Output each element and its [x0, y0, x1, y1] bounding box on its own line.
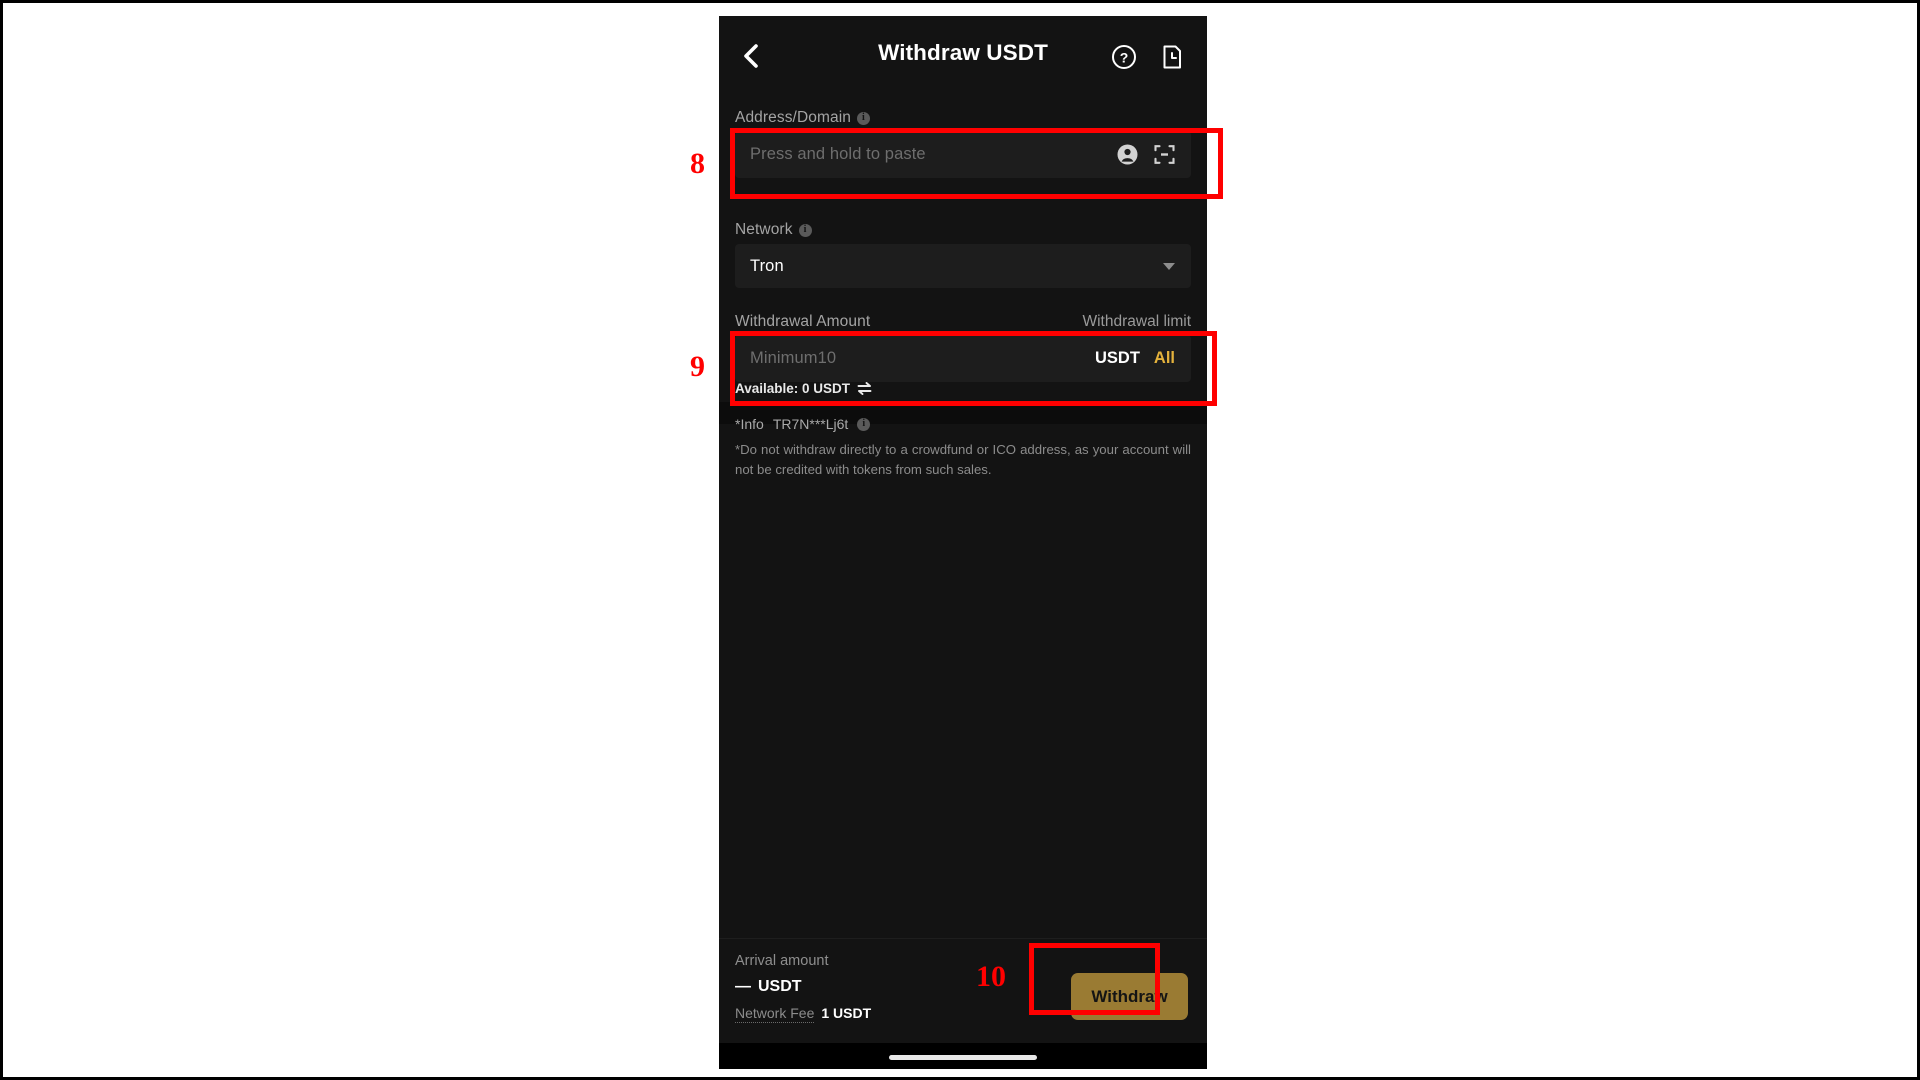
- info-address-value: TR7N***Lj6t: [772, 416, 849, 432]
- annotation-number-10: 10: [976, 960, 1006, 993]
- network-label-row: Network i: [735, 221, 812, 239]
- info-address-row: *Info TR7N***Lj6t i: [735, 416, 871, 432]
- amount-all-button[interactable]: All: [1144, 349, 1191, 368]
- swap-arrows-icon[interactable]: [857, 382, 872, 395]
- info-warning-note: *Do not withdraw directly to a crowdfund…: [735, 442, 1191, 478]
- screenshot-canvas: Withdraw USDT ? Address/Domain i Press a…: [0, 0, 1920, 1080]
- home-indicator-area: [719, 1043, 1207, 1069]
- document-clock-icon: [1159, 44, 1185, 70]
- address-label-row: Address/Domain i: [735, 109, 870, 127]
- withdraw-button[interactable]: Withdraw: [1071, 973, 1188, 1020]
- info-label: *Info: [735, 416, 764, 432]
- chevron-down-icon[interactable]: [1163, 262, 1175, 270]
- svg-text:?: ?: [1120, 50, 1129, 66]
- network-fee-label[interactable]: Network Fee: [735, 1005, 815, 1023]
- question-circle-icon: ?: [1111, 44, 1137, 70]
- help-button[interactable]: ?: [1111, 44, 1137, 70]
- info-icon[interactable]: i: [856, 111, 870, 125]
- address-input-box[interactable]: Press and hold to paste: [735, 131, 1191, 178]
- qr-scan-icon[interactable]: [1154, 144, 1175, 165]
- network-fee-value: 1 USDT: [821, 1005, 872, 1021]
- amount-input[interactable]: Minimum10: [735, 349, 1095, 368]
- info-icon[interactable]: i: [857, 417, 871, 431]
- network-selected-value: Tron: [750, 256, 784, 275]
- contact-person-icon[interactable]: [1117, 144, 1138, 165]
- annotation-number-8: 8: [690, 147, 705, 180]
- annotation-number-9: 9: [690, 350, 705, 383]
- amount-input-box[interactable]: Minimum10 USDT All: [735, 335, 1191, 382]
- app-header: Withdraw USDT ?: [719, 16, 1207, 94]
- order-history-button[interactable]: [1159, 44, 1185, 70]
- address-label: Address/Domain: [735, 109, 851, 126]
- arrival-amount-label: Arrival amount: [735, 953, 829, 969]
- network-select[interactable]: Tron: [735, 244, 1191, 288]
- arrival-amount-value: —: [735, 978, 751, 995]
- address-input[interactable]: Press and hold to paste: [735, 145, 1117, 164]
- withdrawal-limit-link[interactable]: Withdrawal limit: [1082, 313, 1191, 331]
- arrival-amount-unit: USDT: [758, 978, 802, 995]
- phone-screen: Withdraw USDT ? Address/Domain i Press a…: [719, 16, 1207, 1069]
- footer-bar: Arrival amount — USDT Network Fee 1 USDT…: [719, 938, 1207, 1069]
- network-label: Network: [735, 221, 793, 238]
- available-balance-text: Available: 0 USDT: [735, 381, 851, 396]
- amount-label-row: Withdrawal Amount: [735, 313, 870, 331]
- info-icon[interactable]: i: [798, 223, 812, 237]
- amount-label: Withdrawal Amount: [735, 313, 871, 330]
- arrival-amount-row: — USDT: [735, 978, 802, 996]
- available-balance-row[interactable]: Available: 0 USDT: [735, 381, 872, 396]
- address-input-actions: [1117, 144, 1191, 165]
- network-fee-row[interactable]: Network Fee 1 USDT: [735, 1005, 871, 1023]
- home-indicator[interactable]: [889, 1055, 1037, 1060]
- amount-unit-label: USDT: [1094, 349, 1140, 367]
